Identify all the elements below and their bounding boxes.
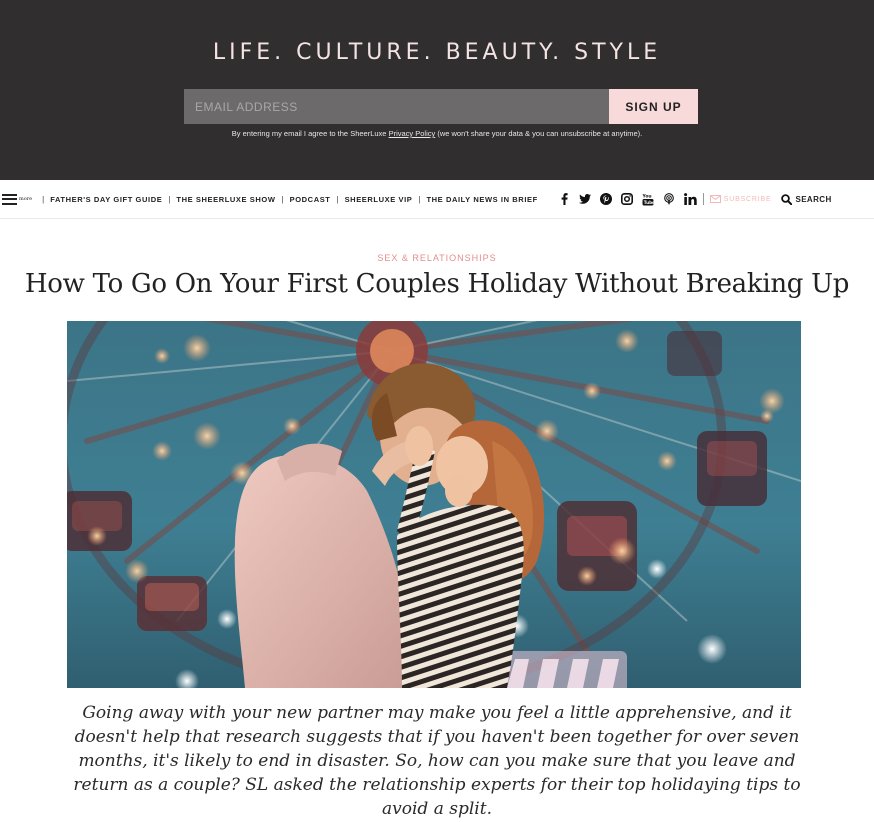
newsletter-banner: LIFE. CULTURE. BEAUTY. STYLE SIGN UP By … (0, 0, 874, 180)
search-label: SEARCH (795, 194, 832, 204)
search-button[interactable]: SEARCH (781, 193, 832, 205)
nav-link-daily-news[interactable]: THE DAILY NEWS IN BRIEF (426, 195, 537, 204)
email-input[interactable] (184, 89, 609, 124)
instagram-icon[interactable] (621, 192, 634, 206)
more-label: more (19, 196, 33, 202)
article-category[interactable]: SEX & RELATIONSHIPS (0, 253, 874, 263)
article-standfirst: Going away with your new partner may mak… (73, 703, 801, 819)
tagline: LIFE. CULTURE. BEAUTY. STYLE (212, 40, 662, 65)
consent-text-after: (we won't share your data & you can unsu… (435, 129, 643, 138)
podcast-icon[interactable] (663, 192, 676, 206)
hero-image (67, 321, 801, 688)
privacy-policy-link[interactable]: Privacy Policy (389, 129, 436, 138)
facebook-icon[interactable] (558, 192, 571, 206)
article-title: How To Go On Your First Couples Holiday … (24, 269, 850, 299)
consent-text: By entering my email I agree to the Shee… (0, 129, 874, 138)
twitter-icon[interactable] (579, 192, 592, 206)
subscribe-label: SUBSCRIBE (723, 195, 772, 203)
consent-text-before: By entering my email I agree to the Shee… (231, 129, 389, 138)
svg-text:You: You (642, 193, 652, 199)
nav-link-fathers-day-gift-guide[interactable]: FATHER'S DAY GIFT GUIDE (50, 195, 162, 204)
nav-link-podcast[interactable]: PODCAST (290, 195, 331, 204)
nav-links: | FATHER'S DAY GIFT GUIDE | THE SHEERLUX… (42, 194, 538, 204)
sign-up-button[interactable]: SIGN UP (609, 89, 698, 124)
divider (702, 193, 704, 205)
newsletter-form: SIGN UP (184, 89, 698, 124)
linkedin-icon[interactable] (683, 192, 697, 206)
search-icon (781, 193, 793, 205)
more-menu-button[interactable]: more (2, 193, 33, 205)
youtube-icon[interactable]: You Tube (642, 192, 655, 206)
hamburger-icon (2, 193, 17, 205)
nav-link-sheerluxe-show[interactable]: THE SHEERLUXE SHOW (176, 195, 275, 204)
social-links: You Tube SUBSCRIBE SEARCH (558, 192, 832, 206)
subscribe-link[interactable]: SUBSCRIBE (709, 195, 772, 203)
pinterest-icon[interactable] (600, 192, 613, 206)
main-nav: more | FATHER'S DAY GIFT GUIDE | THE SHE… (0, 180, 874, 219)
svg-text:Tube: Tube (644, 200, 654, 205)
nav-link-sheerluxe-vip[interactable]: SHEERLUXE VIP (345, 195, 413, 204)
envelope-icon (709, 195, 721, 203)
